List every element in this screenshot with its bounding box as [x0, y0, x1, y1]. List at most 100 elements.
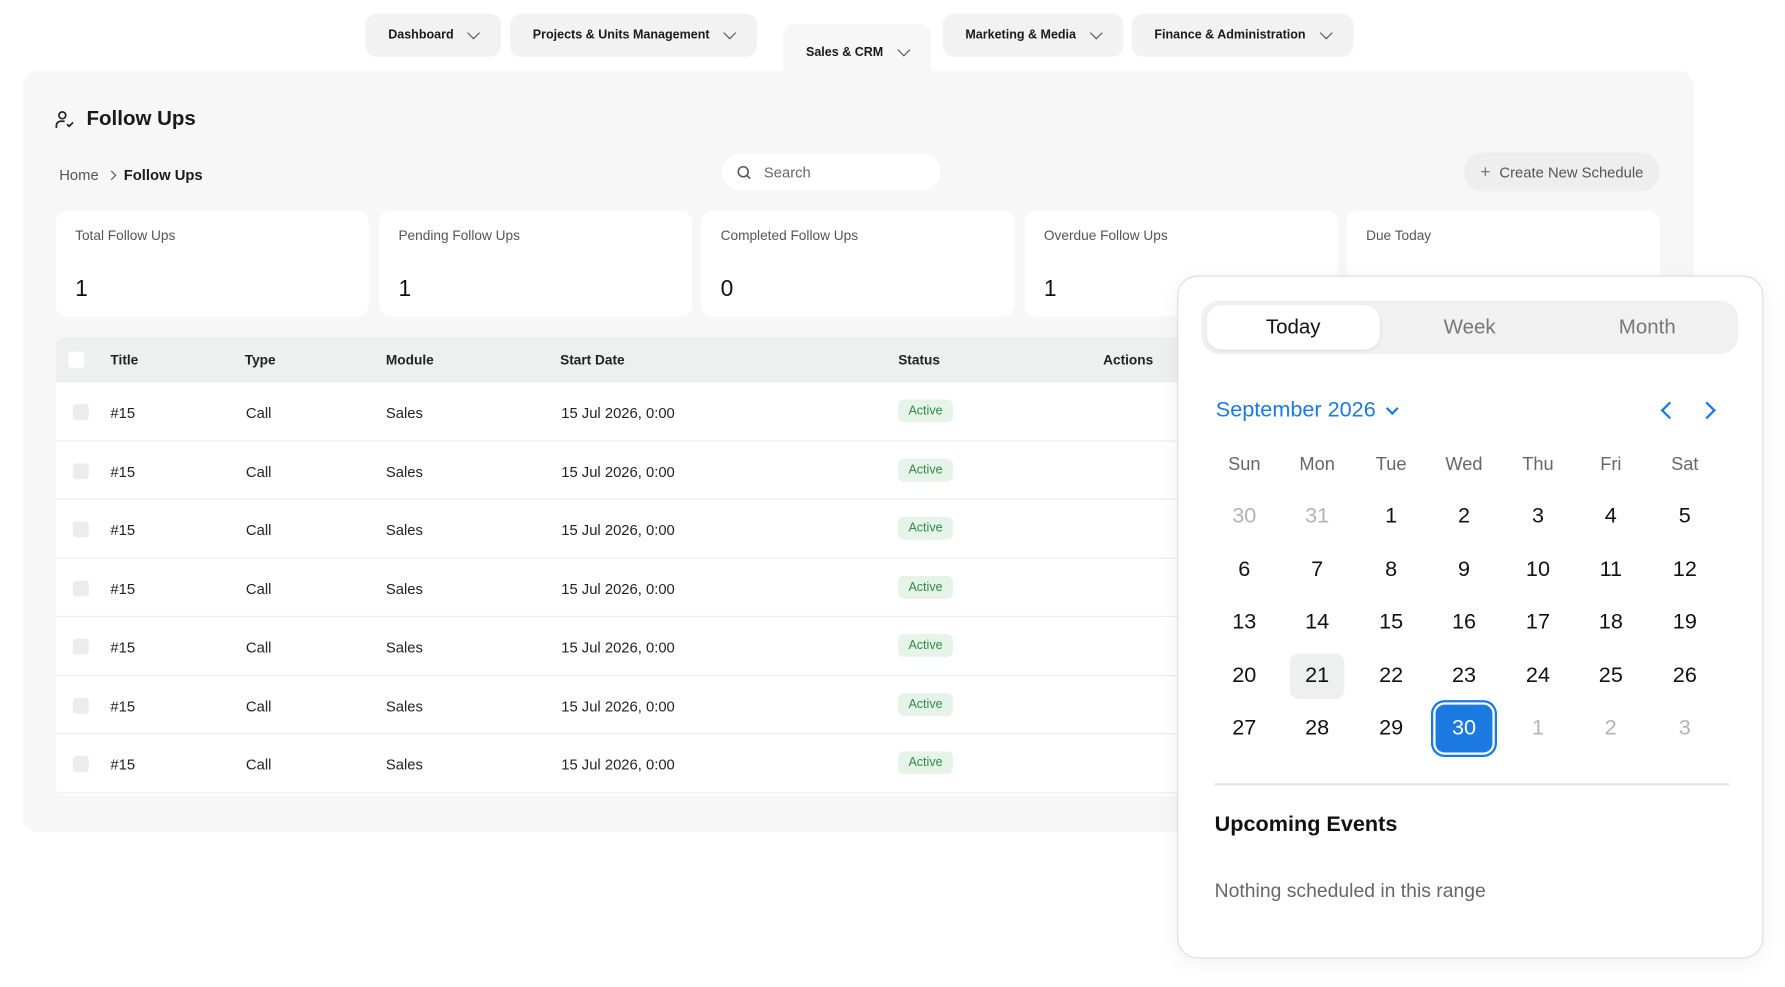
calendar-day[interactable]: 5 — [1658, 494, 1713, 540]
column-header-title[interactable]: Title — [110, 352, 138, 368]
calendar-day[interactable]: 16 — [1437, 600, 1492, 646]
row-checkbox[interactable] — [72, 638, 89, 655]
plus-icon: + — [1480, 162, 1491, 182]
stat-card-total: Total Follow Ups 1 — [55, 210, 369, 317]
page-header: Follow Ups — [55, 107, 196, 131]
breadcrumb: Home Follow Ups — [59, 166, 202, 183]
status-badge: Active — [898, 634, 953, 657]
cell-start-date: 15 Jul 2026, 0:00 — [561, 521, 675, 539]
column-header-status[interactable]: Status — [898, 352, 940, 368]
calendar-day[interactable]: 26 — [1658, 653, 1713, 699]
calendar-day[interactable]: 22 — [1364, 653, 1419, 699]
stat-label: Due Today — [1366, 227, 1432, 244]
nav-tab-label: Dashboard — [388, 28, 454, 43]
calendar-day[interactable]: 30 — [1217, 494, 1272, 540]
stat-label: Overdue Follow Ups — [1043, 227, 1168, 244]
weekday-label: Fri — [1600, 455, 1622, 475]
calendar-day[interactable]: 13 — [1217, 600, 1272, 646]
upcoming-events-title: Upcoming Events — [1214, 812, 1398, 837]
nav-tab-dashboard[interactable]: Dashboard — [365, 13, 502, 57]
calendar-day[interactable]: 11 — [1584, 548, 1639, 594]
prev-month-icon[interactable] — [1660, 401, 1679, 420]
stat-card-completed: Completed Follow Ups 0 — [701, 210, 1015, 317]
calendar-day[interactable]: 1 — [1364, 494, 1419, 540]
column-header-module[interactable]: Module — [386, 352, 434, 368]
nav-tab-label: Finance & Administration — [1154, 28, 1306, 43]
chevron-down-icon — [897, 43, 911, 57]
calendar-day[interactable]: 25 — [1584, 653, 1639, 699]
calendar-day[interactable]: 6 — [1217, 548, 1272, 594]
calendar-day[interactable]: 15 — [1364, 600, 1419, 646]
calendar-day[interactable]: 31 — [1290, 494, 1345, 540]
cell-start-date: 15 Jul 2026, 0:00 — [561, 755, 675, 773]
column-header-start-date[interactable]: Start Date — [560, 352, 625, 368]
row-checkbox[interactable] — [72, 755, 89, 772]
nav-tab-projects[interactable]: Projects & Units Management — [510, 13, 758, 57]
calendar-day-selected[interactable]: 30 — [1435, 704, 1493, 753]
calendar-day-today[interactable]: 21 — [1289, 653, 1345, 699]
month-selector[interactable]: September 2026 — [1215, 398, 1399, 423]
nav-tab-label: Projects & Units Management — [532, 28, 710, 43]
row-checkbox[interactable] — [72, 521, 89, 538]
calendar-day[interactable]: 29 — [1364, 706, 1419, 752]
month-label: September 2026 — [1215, 398, 1376, 423]
calendar-day[interactable]: 1 — [1511, 706, 1566, 752]
weekday-label: Thu — [1522, 455, 1554, 475]
nav-tab-finance[interactable]: Finance & Administration — [1131, 13, 1354, 57]
calendar-day[interactable]: 24 — [1511, 653, 1566, 699]
create-button-label: Create New Schedule — [1499, 163, 1644, 181]
calendar-day[interactable]: 17 — [1511, 600, 1566, 646]
calendar-day[interactable]: 27 — [1217, 706, 1272, 752]
cell-type: Call — [245, 521, 272, 539]
cell-module: Sales — [385, 404, 423, 422]
view-tab-today[interactable]: Today — [1206, 305, 1380, 350]
row-checkbox[interactable] — [72, 697, 89, 714]
row-checkbox[interactable] — [72, 404, 89, 421]
cell-module: Sales — [385, 462, 423, 480]
stat-value: 0 — [720, 276, 734, 302]
calendar-day[interactable]: 14 — [1290, 600, 1345, 646]
weekday-label: Wed — [1445, 455, 1483, 475]
stat-card-pending: Pending Follow Ups 1 — [379, 210, 693, 317]
calendar-day[interactable]: 7 — [1290, 548, 1345, 594]
view-tab-week[interactable]: Week — [1383, 305, 1556, 349]
chevron-down-icon — [1319, 26, 1333, 40]
calendar-day[interactable]: 8 — [1364, 548, 1419, 594]
cell-start-date: 15 Jul 2026, 0:00 — [561, 404, 675, 422]
status-badge: Active — [898, 575, 953, 599]
column-header-type[interactable]: Type — [245, 352, 276, 368]
calendar-day[interactable]: 12 — [1658, 548, 1713, 594]
stat-value: 1 — [1043, 276, 1057, 302]
column-header-actions: Actions — [1103, 351, 1154, 368]
calendar-popover: Today Week Month September 2026 Sun Mon Tu… — [1177, 275, 1764, 959]
search-icon — [737, 165, 751, 179]
row-checkbox[interactable] — [72, 462, 89, 479]
calendar-day[interactable]: 18 — [1584, 600, 1639, 646]
weekday-label: Sat — [1671, 455, 1699, 475]
calendar-day[interactable]: 3 — [1511, 494, 1566, 540]
cell-title: #15 — [110, 697, 136, 715]
calendar-day[interactable]: 2 — [1437, 494, 1492, 540]
calendar-day[interactable]: 23 — [1437, 653, 1492, 699]
row-checkbox[interactable] — [72, 580, 89, 596]
calendar-day[interactable]: 10 — [1511, 548, 1566, 594]
weekday-label: Tue — [1375, 455, 1407, 475]
breadcrumb-home[interactable]: Home — [59, 166, 98, 183]
stat-label: Pending Follow Ups — [398, 227, 520, 244]
calendar-day[interactable]: 4 — [1584, 494, 1639, 540]
next-month-icon[interactable] — [1698, 401, 1716, 420]
calendar-day[interactable]: 9 — [1437, 548, 1492, 594]
breadcrumb-current: Follow Ups — [123, 166, 203, 184]
search-input[interactable]: Search — [721, 153, 941, 191]
cell-type: Call — [245, 462, 272, 480]
nav-tab-marketing[interactable]: Marketing & Media — [942, 13, 1124, 57]
create-new-schedule-button[interactable]: + Create New Schedule — [1463, 152, 1660, 192]
calendar-day[interactable]: 3 — [1658, 706, 1713, 752]
calendar-day[interactable]: 28 — [1290, 706, 1345, 752]
cell-title: #15 — [110, 462, 136, 480]
calendar-day[interactable]: 20 — [1217, 653, 1272, 699]
calendar-day[interactable]: 2 — [1584, 706, 1639, 752]
select-all-checkbox[interactable] — [68, 351, 85, 368]
calendar-day[interactable]: 19 — [1658, 600, 1713, 646]
view-tab-month[interactable]: Month — [1561, 305, 1734, 349]
